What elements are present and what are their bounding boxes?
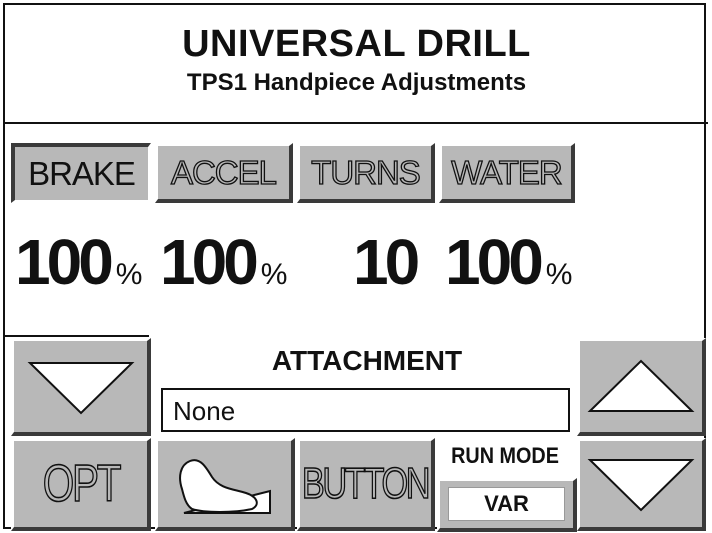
tab-accel-label: ACCEL	[170, 153, 277, 191]
scroll-down-button[interactable]	[577, 438, 706, 531]
button-mode-label: BUTTON	[302, 458, 432, 509]
increase-button[interactable]	[577, 338, 706, 436]
attachment-label: ATTACHMENT	[271, 345, 463, 376]
button-mode-button[interactable]: BUTTON	[297, 438, 435, 531]
brake-value-unit: %	[115, 258, 143, 291]
tab-brake-label: BRAKE	[28, 154, 136, 192]
down-arrow-icon	[587, 459, 695, 512]
turns-value-number: 10	[353, 226, 420, 298]
foot-pedal-button[interactable]	[155, 438, 295, 531]
down-arrow-icon	[27, 361, 134, 414]
accel-value: 100 %	[160, 225, 288, 298]
tab-accel[interactable]: ACCEL	[155, 143, 293, 203]
tab-turns-label: TURNS	[311, 153, 422, 191]
attachment-field[interactable]: None	[161, 388, 570, 432]
run-mode-button[interactable]: VAR	[437, 478, 577, 532]
left-divider	[5, 335, 149, 337]
tab-brake[interactable]: BRAKE	[11, 143, 151, 203]
screen-frame: UNIVERSAL DRILL TPS1 Handpiece Adjustmen…	[3, 3, 708, 532]
tab-turns[interactable]: TURNS	[297, 143, 435, 203]
turns-value: 10	[353, 225, 422, 298]
brake-value-number: 100	[15, 226, 114, 298]
tab-water[interactable]: WATER	[439, 143, 575, 203]
run-mode-label: RUN MODE	[451, 443, 559, 468]
water-value: 100 %	[445, 225, 573, 298]
opt-button[interactable]: OPT	[11, 438, 151, 531]
decrease-button[interactable]	[11, 338, 151, 436]
header-divider	[5, 122, 708, 124]
accel-value-unit: %	[260, 258, 288, 291]
water-value-number: 100	[445, 226, 544, 298]
page-subtitle: TPS1 Handpiece Adjustments	[186, 69, 527, 96]
water-value-unit: %	[545, 258, 573, 291]
opt-button-label: OPT	[42, 454, 122, 514]
brake-value: 100 %	[15, 225, 143, 298]
up-arrow-icon	[587, 359, 695, 412]
run-mode-value: VAR	[448, 487, 565, 521]
accel-value-number: 100	[160, 226, 259, 298]
tab-water-label: WATER	[451, 153, 564, 191]
page-title: UNIVERSAL DRILL	[182, 23, 531, 65]
foot-pedal-icon	[178, 459, 271, 514]
